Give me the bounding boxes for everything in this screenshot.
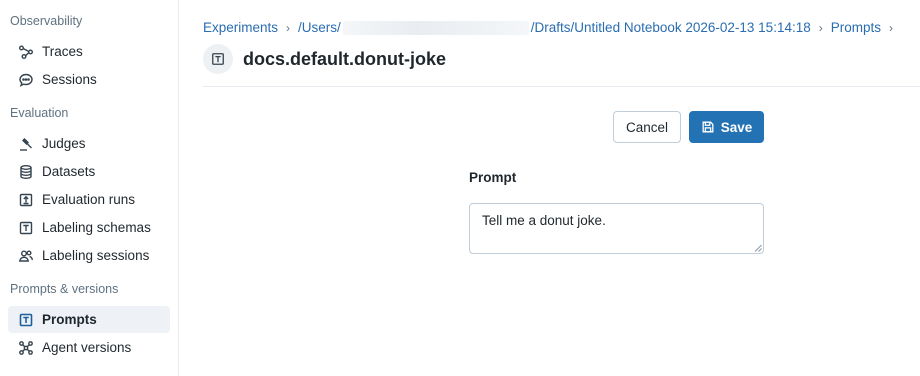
sidebar-item-label: Evaluation runs <box>42 192 136 207</box>
upload-box-icon <box>17 191 34 208</box>
prompt-textarea[interactable]: Tell me a donut joke. <box>469 203 764 254</box>
sidebar-item-labeling-schemas[interactable]: Labeling schemas <box>8 214 170 241</box>
resize-handle-icon[interactable] <box>754 244 762 252</box>
breadcrumb-prompts[interactable]: Prompts <box>831 20 881 35</box>
floppy-disk-icon <box>701 120 715 134</box>
breadcrumb-path-suffix: /Drafts/Untitled Notebook 2026-02-13 15:… <box>530 20 811 35</box>
sidebar: Observability Traces Sessions Evaluation… <box>0 0 179 376</box>
prompt-field-label: Prompt <box>469 170 517 185</box>
sidebar-item-label: Labeling sessions <box>42 248 150 263</box>
breadcrumb-experiment-path[interactable]: /Users/ /Drafts/Untitled Notebook 2026-02… <box>298 20 811 36</box>
sidebar-item-agent-versions[interactable]: Agent versions <box>8 334 170 361</box>
text-box-icon <box>203 44 233 74</box>
database-icon <box>17 163 34 180</box>
sidebar-item-label: Traces <box>42 44 83 59</box>
chevron-right-icon: › <box>889 20 893 35</box>
cancel-button[interactable]: Cancel <box>613 111 681 143</box>
chevron-right-icon: › <box>818 20 823 35</box>
sidebar-item-sessions[interactable]: Sessions <box>8 66 170 93</box>
section-label-observability: Observability <box>10 14 83 28</box>
page-title: docs.default.donut-joke <box>243 49 447 69</box>
sidebar-item-labeling-sessions[interactable]: Labeling sessions <box>8 242 170 269</box>
sidebar-item-label: Datasets <box>42 164 96 179</box>
text-box-icon <box>17 311 34 328</box>
text-box-icon <box>17 219 34 236</box>
breadcrumb-experiments[interactable]: Experiments <box>203 20 278 35</box>
chat-bubble-icon <box>17 71 34 88</box>
sidebar-item-label: Labeling schemas <box>42 220 151 235</box>
sidebar-item-label: Sessions <box>42 72 97 87</box>
sidebar-item-label: Agent versions <box>42 340 132 355</box>
users-icon <box>17 247 34 264</box>
sidebar-item-evaluation-runs[interactable]: Evaluation runs <box>8 186 170 213</box>
sidebar-item-label: Judges <box>42 136 86 151</box>
save-button[interactable]: Save <box>689 111 764 143</box>
model-graph-icon <box>17 339 34 356</box>
save-button-label: Save <box>720 119 753 135</box>
sidebar-item-prompts[interactable]: Prompts <box>8 306 170 333</box>
header-divider <box>203 86 920 87</box>
section-label-evaluation: Evaluation <box>10 106 69 120</box>
redacted-username <box>342 21 529 36</box>
chevron-right-icon: › <box>286 20 291 35</box>
sidebar-item-judges[interactable]: Judges <box>8 130 170 157</box>
sidebar-item-traces[interactable]: Traces <box>8 38 170 65</box>
sidebar-item-label: Prompts <box>42 312 97 327</box>
breadcrumb: Experiments › /Users/ /Drafts/Untitled No… <box>203 20 901 36</box>
sidebar-item-datasets[interactable]: Datasets <box>8 158 170 185</box>
breadcrumb-path-prefix: /Users/ <box>298 20 341 35</box>
section-label-prompts-versions: Prompts & versions <box>10 282 119 296</box>
gavel-icon <box>17 135 34 152</box>
traces-icon <box>17 43 34 60</box>
